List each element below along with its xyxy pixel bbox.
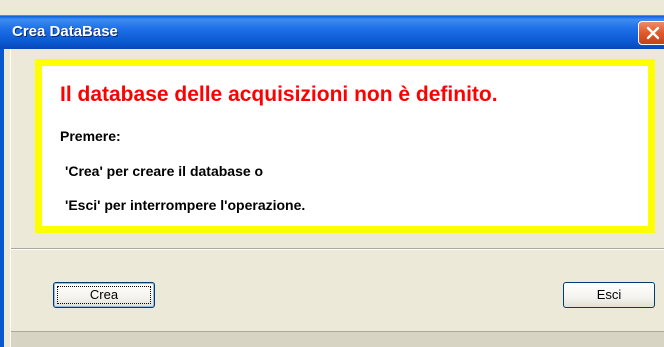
status-strip: [11, 331, 664, 347]
title-bar[interactable]: Crea DataBase: [0, 15, 664, 49]
window-title: Crea DataBase: [12, 23, 118, 40]
close-button[interactable]: [638, 21, 664, 45]
instruction-exit: 'Esci' per interrompere l'operazione.: [65, 197, 306, 213]
instruction-label: Premere:: [60, 128, 121, 144]
exit-button-label: Esci: [596, 287, 622, 302]
dialog-window: Crea DataBase Il database delle acquisiz…: [0, 0, 664, 347]
message-panel: Il database delle acquisizioni non è def…: [35, 59, 655, 233]
close-icon: [646, 26, 660, 40]
dialog-client-area: Il database delle acquisizioni non è def…: [10, 49, 664, 347]
create-button[interactable]: Crea: [53, 282, 155, 308]
separator-line: [11, 248, 664, 250]
create-button-label: Crea: [89, 287, 119, 302]
error-headline: Il database delle acquisizioni non è def…: [60, 83, 498, 106]
window-frame-left: [0, 49, 10, 347]
instruction-create: 'Crea' per creare il database o: [65, 163, 264, 179]
exit-button[interactable]: Esci: [563, 282, 655, 308]
